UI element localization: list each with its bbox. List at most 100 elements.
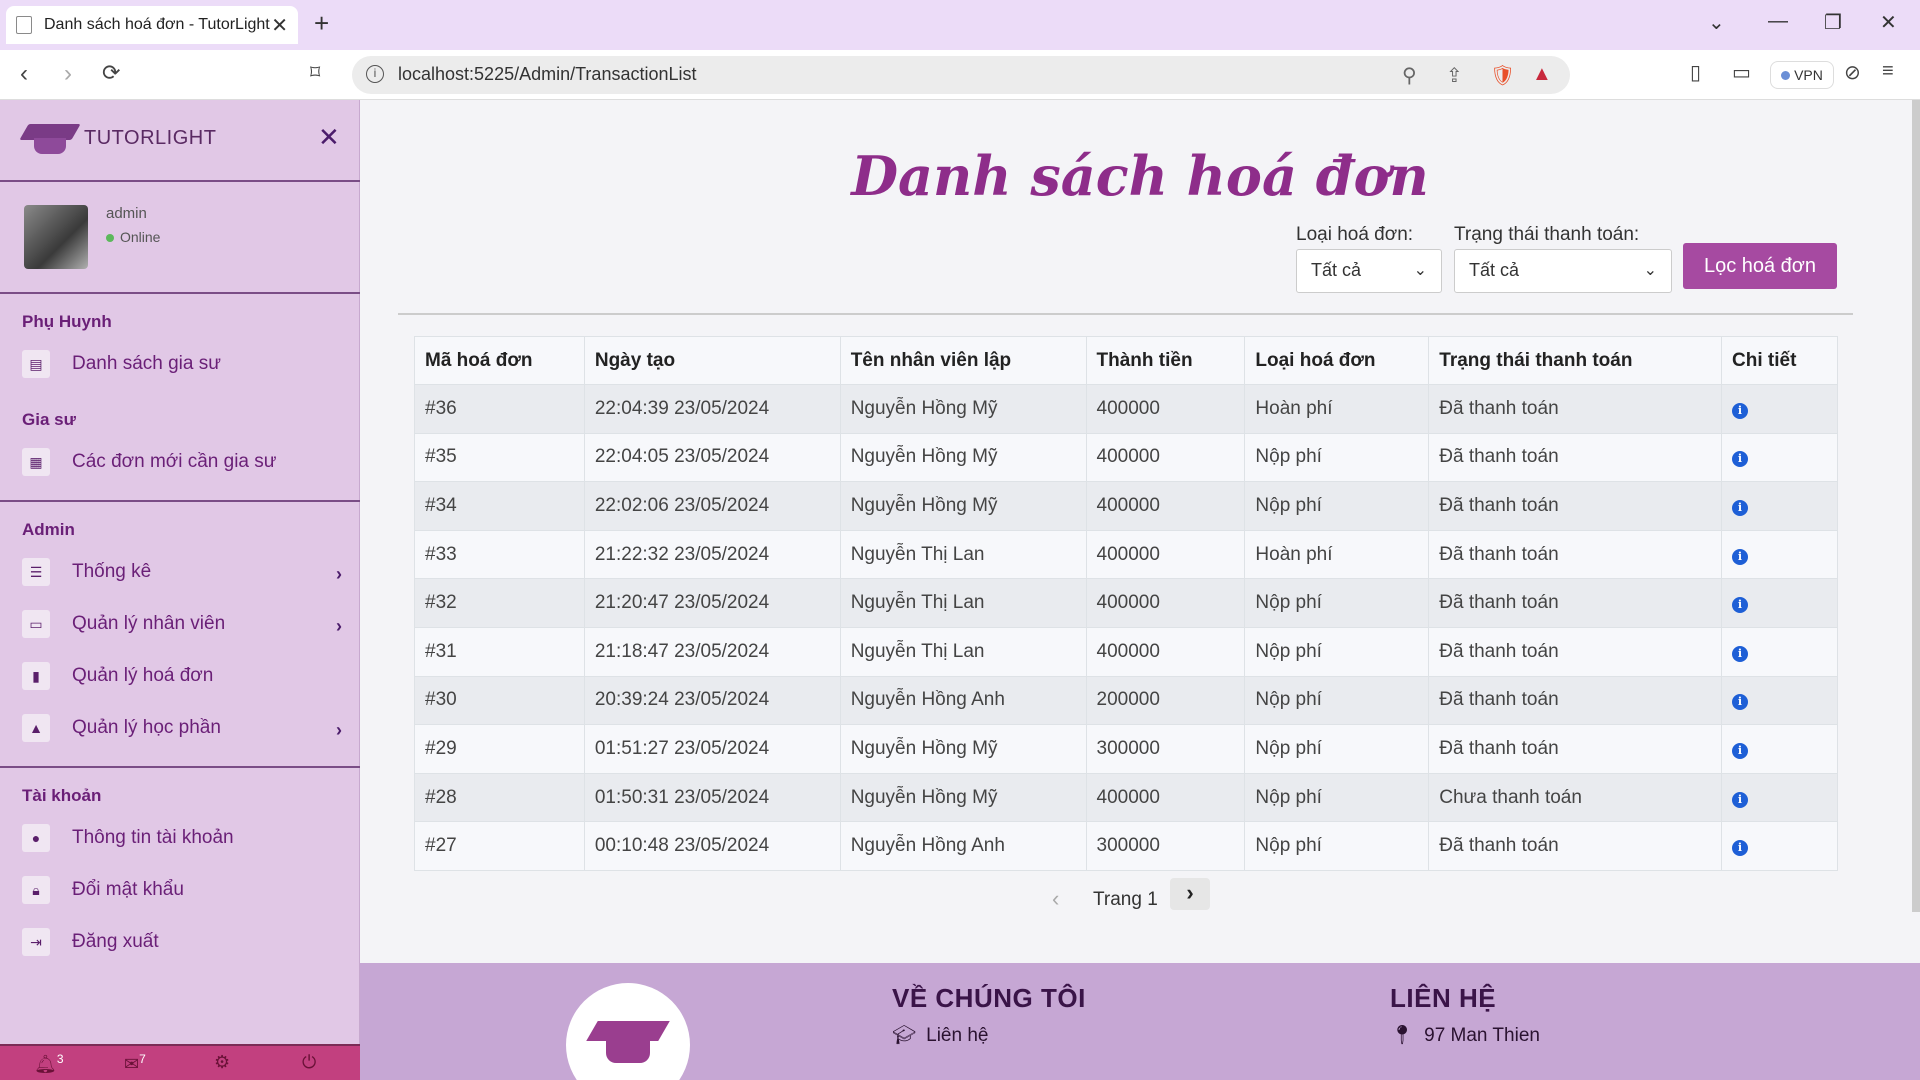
menu-icon[interactable]: ≡ — [1882, 60, 1894, 83]
table-cell: Đã thanh toán — [1428, 821, 1723, 871]
reload-icon[interactable]: ⟳ — [102, 60, 120, 86]
table-cell: Nộp phí — [1244, 675, 1430, 726]
table-cell: 00:10:48 23/05/2024 — [583, 821, 841, 871]
info-icon[interactable]: i — [1732, 645, 1749, 662]
sidebar-toggle-icon[interactable]: ▯ — [1690, 60, 1701, 85]
sidebar-item-thong-ke[interactable]: ☰ Thống kê › — [22, 554, 342, 590]
calendar-icon: ▦ — [22, 448, 50, 476]
tab-search-chevron-icon[interactable]: ⌄ — [1708, 10, 1725, 35]
previous-page-button[interactable]: ‹ — [1052, 886, 1059, 912]
sidebar-footer: 🔔︎3 ✉7 ⚙ ⏻ — [0, 1044, 360, 1080]
user-panel: admin Online — [24, 205, 160, 269]
payment-status-select[interactable]: Tất cả ⌄ — [1454, 249, 1672, 293]
section-admin: Admin — [22, 520, 75, 539]
chevron-right-icon[interactable]: › — [336, 564, 342, 585]
info-icon[interactable]: i — [1732, 499, 1749, 516]
detail-cell: i — [1721, 675, 1838, 726]
invoice-table: Mã hoá đơn Ngày tạo Tên nhân viên lập Th… — [414, 336, 1838, 871]
site-info-icon[interactable]: i — [366, 65, 384, 83]
sidebar-item-cac-don-moi[interactable]: ▦ Các đơn mới cần gia sư — [22, 444, 342, 480]
table-cell: Nguyễn Hồng Mỹ — [839, 481, 1087, 531]
sidebar-item-doi-mat-khau[interactable]: 🔒︎ Đổi mật khẩu — [22, 872, 342, 908]
messages-button[interactable]: ✉7 — [124, 1052, 146, 1075]
sidebar-item-label: Đăng xuất — [72, 931, 159, 952]
maximize-button[interactable]: ❐ — [1824, 10, 1842, 35]
chevron-right-icon[interactable]: › — [336, 720, 342, 741]
sidebar-item-quan-ly-hoc-phan[interactable]: ▲ Quản lý học phần › — [22, 710, 342, 746]
table-cell: 22:02:06 23/05/2024 — [583, 481, 841, 531]
minimize-button[interactable]: — — [1768, 10, 1788, 33]
table-cell: Nguyễn Thị Lan — [839, 529, 1087, 580]
scrollbar[interactable] — [1912, 100, 1920, 912]
detail-cell: i — [1721, 384, 1838, 434]
graduation-cap-icon: 🎓︎ — [892, 1025, 917, 1046]
sidebar: TUTORLIGHT ✕ admin Online Phụ Huynh ▤ Da… — [0, 100, 360, 1080]
filter-invoices-button[interactable]: Lọc hoá đơn — [1683, 243, 1837, 289]
section-tai-khoan: Tài khoản — [22, 786, 102, 805]
wallet-icon[interactable]: ▭ — [1732, 60, 1751, 85]
close-tab-icon[interactable]: ✕ — [271, 13, 288, 38]
info-icon[interactable]: i — [1732, 451, 1749, 468]
brand[interactable]: TUTORLIGHT — [19, 118, 217, 158]
table-row: #27 00:10:48 23/05/2024 Nguyễn Hồng Anh 300… — [414, 821, 1838, 871]
settings-button[interactable]: ⚙ — [214, 1052, 230, 1073]
leo-icon[interactable]: ⊘ — [1844, 60, 1861, 85]
table-cell: Nộp phí — [1244, 432, 1430, 483]
online-dot — [106, 234, 114, 242]
zoom-icon[interactable]: ⚲ — [1402, 63, 1417, 88]
info-icon[interactable]: i — [1732, 840, 1749, 857]
sidebar-item-quan-ly-nhan-vien[interactable]: ▭ Quản lý nhân viên › — [22, 606, 342, 642]
sidebar-item-thong-tin-tai-khoan[interactable]: ● Thông tin tài khoản — [22, 820, 342, 856]
divider — [0, 292, 360, 294]
url-text[interactable]: localhost:5225/Admin/TransactionList — [398, 64, 697, 85]
detail-cell: i — [1721, 529, 1838, 580]
info-icon[interactable]: i — [1732, 597, 1749, 614]
sidebar-item-label: Thống kê — [72, 561, 152, 582]
info-icon[interactable]: i — [1732, 791, 1749, 808]
close-sidebar-icon[interactable]: ✕ — [318, 122, 340, 153]
next-page-button[interactable]: › — [1170, 878, 1210, 910]
contact-link[interactable]: 🎓︎ Liên hệ — [892, 1023, 988, 1047]
sidebar-item-quan-ly-hoa-don[interactable]: ▮ Quản lý hoá đơn — [22, 658, 342, 694]
vpn-button[interactable]: VPN — [1770, 61, 1834, 89]
user-status-text: Online — [120, 229, 161, 245]
table-cell: 01:50:31 23/05/2024 — [583, 772, 841, 823]
table-cell: Đã thanh toán — [1428, 626, 1723, 677]
detail-cell: i — [1721, 724, 1838, 774]
info-icon[interactable]: i — [1732, 548, 1749, 565]
forward-icon[interactable]: › — [64, 60, 72, 88]
table-cell: #33 — [414, 529, 585, 580]
table-cell: 200000 — [1085, 675, 1246, 726]
close-window-button[interactable]: ✕ — [1880, 10, 1897, 35]
notifications-button[interactable]: 🔔︎3 — [34, 1052, 64, 1075]
table-cell: Đã thanh toán — [1428, 578, 1723, 628]
table-cell: Nộp phí — [1244, 481, 1430, 531]
sidebar-item-danh-sach-gia-su[interactable]: ▤ Danh sách gia sư — [22, 346, 342, 382]
info-icon[interactable]: i — [1732, 742, 1749, 759]
back-icon[interactable]: ‹ — [20, 60, 28, 88]
url-bar[interactable]: i localhost:5225/Admin/TransactionList ⚲… — [352, 56, 1570, 94]
bookmark-icon[interactable]: ⌑ — [310, 60, 320, 85]
power-button[interactable]: ⏻ — [302, 1052, 316, 1073]
table-cell: Nguyễn Hồng Mỹ — [839, 384, 1087, 434]
gear-icon: ⚙ — [214, 1052, 231, 1072]
info-icon[interactable]: i — [1732, 694, 1749, 711]
avatar[interactable] — [24, 205, 88, 269]
share-icon[interactable]: ⇪ — [1446, 63, 1463, 88]
table-row: #31 21:18:47 23/05/2024 Nguyễn Thị Lan 4000… — [414, 626, 1838, 677]
about-heading: VỀ CHÚNG TÔI — [892, 983, 1086, 1013]
sidebar-item-label: Quản lý học phần — [72, 717, 221, 738]
brave-shield-icon[interactable]: 🛡 — [1490, 63, 1515, 88]
messages-count: 7 — [139, 1052, 146, 1066]
new-tab-button[interactable]: + — [314, 8, 329, 39]
browser-tab[interactable]: Danh sách hoá đơn - TutorLight ✕ — [6, 6, 298, 44]
column-header: Tên nhân viên lập — [839, 336, 1087, 385]
chevron-right-icon[interactable]: › — [336, 616, 342, 637]
brand-name: TUTORLIGHT — [84, 126, 217, 149]
invoice-type-select[interactable]: Tất cả ⌄ — [1296, 249, 1442, 293]
power-icon: ⏻ — [302, 1052, 317, 1072]
brave-rewards-icon[interactable]: ▲ — [1532, 63, 1552, 86]
sidebar-item-dang-xuat[interactable]: ⇥ Đăng xuất — [22, 924, 342, 960]
graduation-cap-icon: ▲ — [22, 714, 50, 742]
info-icon[interactable]: i — [1732, 402, 1749, 419]
